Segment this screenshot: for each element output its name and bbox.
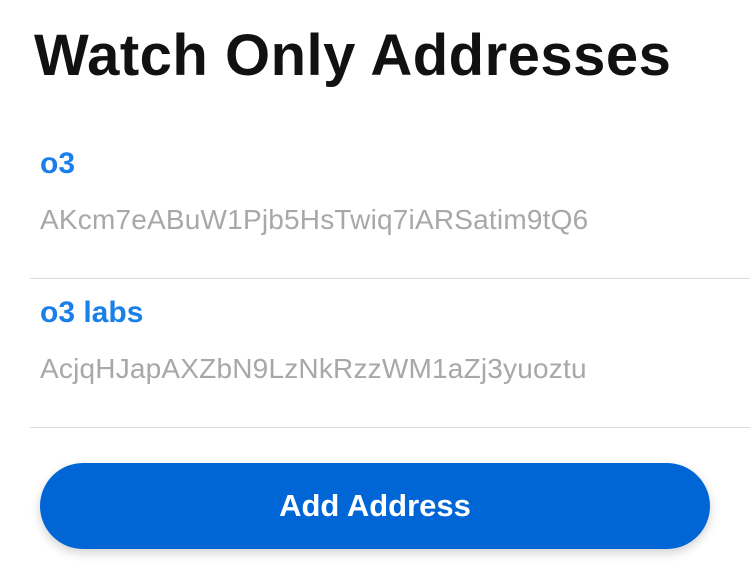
address-value: AcjqHJapAXZbN9LzNkRzzWM1aZj3yuoztu — [40, 353, 587, 384]
address-row-o3[interactable]: o3 AKcm7eABuW1Pjb5HsTwiq7iARSatim9tQ6 — [30, 130, 750, 279]
address-list: o3 AKcm7eABuW1Pjb5HsTwiq7iARSatim9tQ6 o3… — [30, 130, 750, 428]
address-nickname: o3 labs — [40, 296, 144, 329]
address-row-o3-labs[interactable]: o3 labs AcjqHJapAXZbN9LzNkRzzWM1aZj3yuoz… — [30, 279, 750, 428]
page-title: Watch Only Addresses — [34, 23, 672, 88]
address-value: AKcm7eABuW1Pjb5HsTwiq7iARSatim9tQ6 — [40, 204, 589, 235]
address-nickname: o3 — [40, 147, 76, 180]
add-address-button[interactable]: Add Address — [40, 463, 710, 549]
